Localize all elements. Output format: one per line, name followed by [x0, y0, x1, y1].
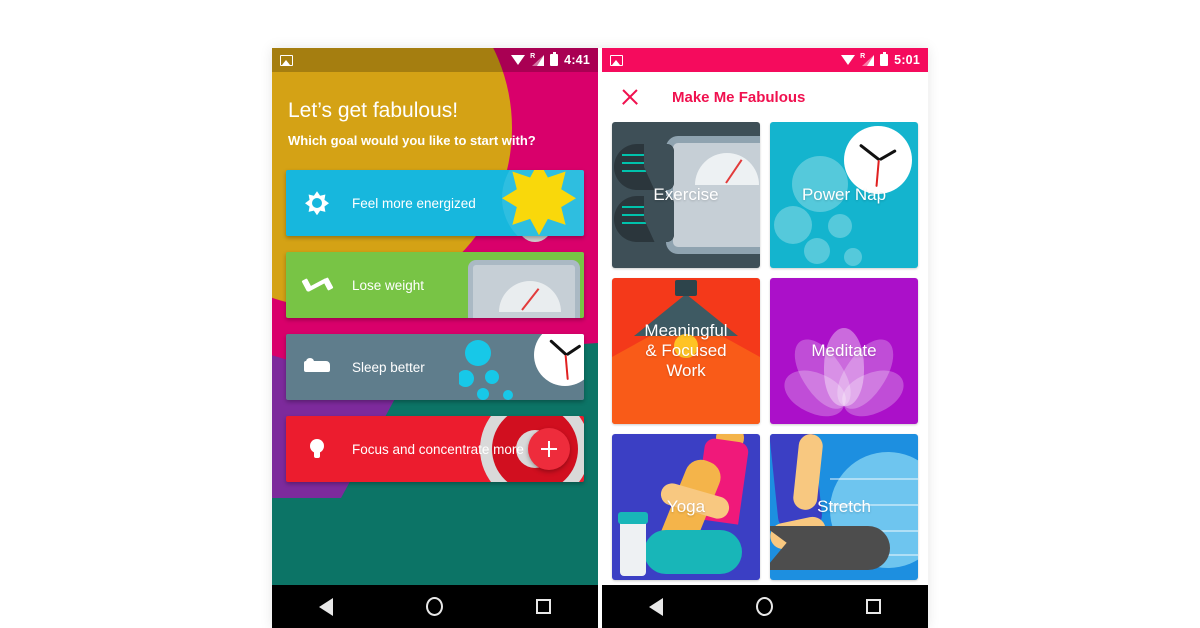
tile-label: Stretch	[817, 496, 871, 516]
page-subtitle: Which goal would you like to start with?	[288, 133, 536, 149]
bed-icon	[304, 354, 330, 380]
status-bar-left-icons	[280, 54, 511, 66]
screenshot-canvas: R 4:41 Let’s get fabulous! Which goal wo…	[0, 0, 1200, 628]
tile-yoga[interactable]: Yoga	[612, 434, 760, 580]
photo-icon	[610, 54, 623, 66]
battery-icon	[550, 51, 559, 66]
wifi-icon	[511, 55, 526, 65]
home-icon[interactable]	[425, 597, 443, 616]
status-bar-right: R 5:01	[602, 48, 928, 72]
wifi-icon	[841, 55, 856, 65]
bathroom-scale-graphic	[459, 252, 584, 319]
recents-icon[interactable]	[866, 599, 882, 614]
battery-icon	[880, 51, 889, 66]
signal-icon: R	[860, 52, 875, 66]
android-nav-bar-right	[602, 585, 928, 628]
page-title: Let’s get fabulous!	[288, 99, 459, 122]
goal-label: Feel more energized	[352, 195, 476, 211]
goal-label: Focus and concentrate more	[352, 441, 524, 457]
bubble-graphic	[828, 214, 852, 238]
app-bar: Make Me Fabulous	[602, 72, 928, 122]
tile-label-line3: Work	[666, 361, 706, 381]
status-bar-right-icons: R 4:41	[511, 51, 590, 67]
tile-meditate[interactable]: Meditate	[770, 278, 918, 424]
home-icon[interactable]	[755, 597, 773, 616]
close-icon[interactable]	[620, 87, 640, 107]
status-bar-clock: 4:41	[564, 53, 590, 67]
signal-icon: R	[530, 52, 545, 66]
tile-label: Meditate	[811, 340, 877, 360]
app-bar-title: Make Me Fabulous	[672, 88, 806, 106]
goal-card-lose-weight[interactable]: Lose weight	[286, 252, 584, 319]
shoe-graphic	[614, 144, 674, 190]
tile-meaningful-focused-work[interactable]: Meaningful & Focused Work	[612, 278, 760, 424]
back-icon[interactable]	[318, 597, 333, 616]
add-goal-fab[interactable]	[528, 428, 570, 471]
roaming-indicator: R	[530, 52, 536, 60]
yoga-mat-graphic	[770, 526, 890, 570]
habit-tile-grid: Exercise Power Nap Meaningful & Focused …	[602, 122, 928, 585]
onboarding-content: Let’s get fabulous! Which goal would you…	[272, 72, 598, 585]
figure-leg-graphic	[644, 530, 742, 574]
status-bar-left: R 4:41	[272, 48, 598, 72]
lamp-cap-graphic	[675, 280, 697, 296]
photo-icon	[280, 54, 293, 66]
lightbulb-icon	[304, 436, 330, 462]
sun-graphic	[459, 170, 584, 237]
lotus-petal	[824, 328, 864, 406]
clock-icon	[534, 334, 584, 387]
tile-label: Exercise	[653, 184, 719, 204]
goal-list: Feel more energized Lose weight Sleep be…	[272, 170, 598, 483]
tile-label-line1: Meaningful	[644, 320, 728, 340]
phone-left-onboarding: R 4:41 Let’s get fabulous! Which goal wo…	[272, 48, 598, 628]
status-bar-clock: 5:01	[894, 53, 920, 67]
phone-pair: R 4:41 Let’s get fabulous! Which goal wo…	[272, 48, 928, 628]
goal-label: Lose weight	[352, 277, 425, 293]
roaming-indicator: R	[860, 52, 866, 60]
phone-right-make-me-fabulous: R 5:01 Make Me Fabulous Exercise Power N…	[602, 48, 928, 628]
goal-label: Sleep better	[352, 359, 425, 375]
tile-label: Meaningful & Focused Work	[638, 321, 733, 381]
status-bar-right-icons: R 5:01	[841, 51, 920, 67]
sun-icon	[304, 190, 330, 216]
clock-bubbles-graphic	[459, 334, 584, 401]
tile-label: Yoga	[666, 496, 706, 516]
goal-card-feel-more-energized[interactable]: Feel more energized	[286, 170, 584, 237]
water-bottle-graphic	[620, 518, 646, 576]
clock-icon	[844, 126, 912, 194]
recents-icon[interactable]	[536, 599, 552, 614]
bubble-graphic	[804, 238, 830, 264]
bubble-graphic	[774, 206, 812, 244]
android-nav-bar-left	[272, 585, 598, 628]
tile-exercise[interactable]: Exercise	[612, 122, 760, 268]
status-bar-left-icons	[610, 54, 841, 66]
tile-label-line2: & Focused	[645, 340, 727, 360]
tile-power-nap[interactable]: Power Nap	[770, 122, 918, 268]
goal-card-focus-and-concentrate-more[interactable]: Focus and concentrate more	[286, 416, 584, 483]
tile-label: Power Nap	[801, 184, 887, 204]
back-icon[interactable]	[648, 597, 663, 616]
water-bottle-cap-graphic	[618, 512, 648, 524]
dumbbell-icon	[304, 272, 330, 298]
goal-card-sleep-better[interactable]: Sleep better	[286, 334, 584, 401]
tile-stretch[interactable]: Stretch	[770, 434, 918, 580]
bubble-graphic	[844, 248, 862, 266]
